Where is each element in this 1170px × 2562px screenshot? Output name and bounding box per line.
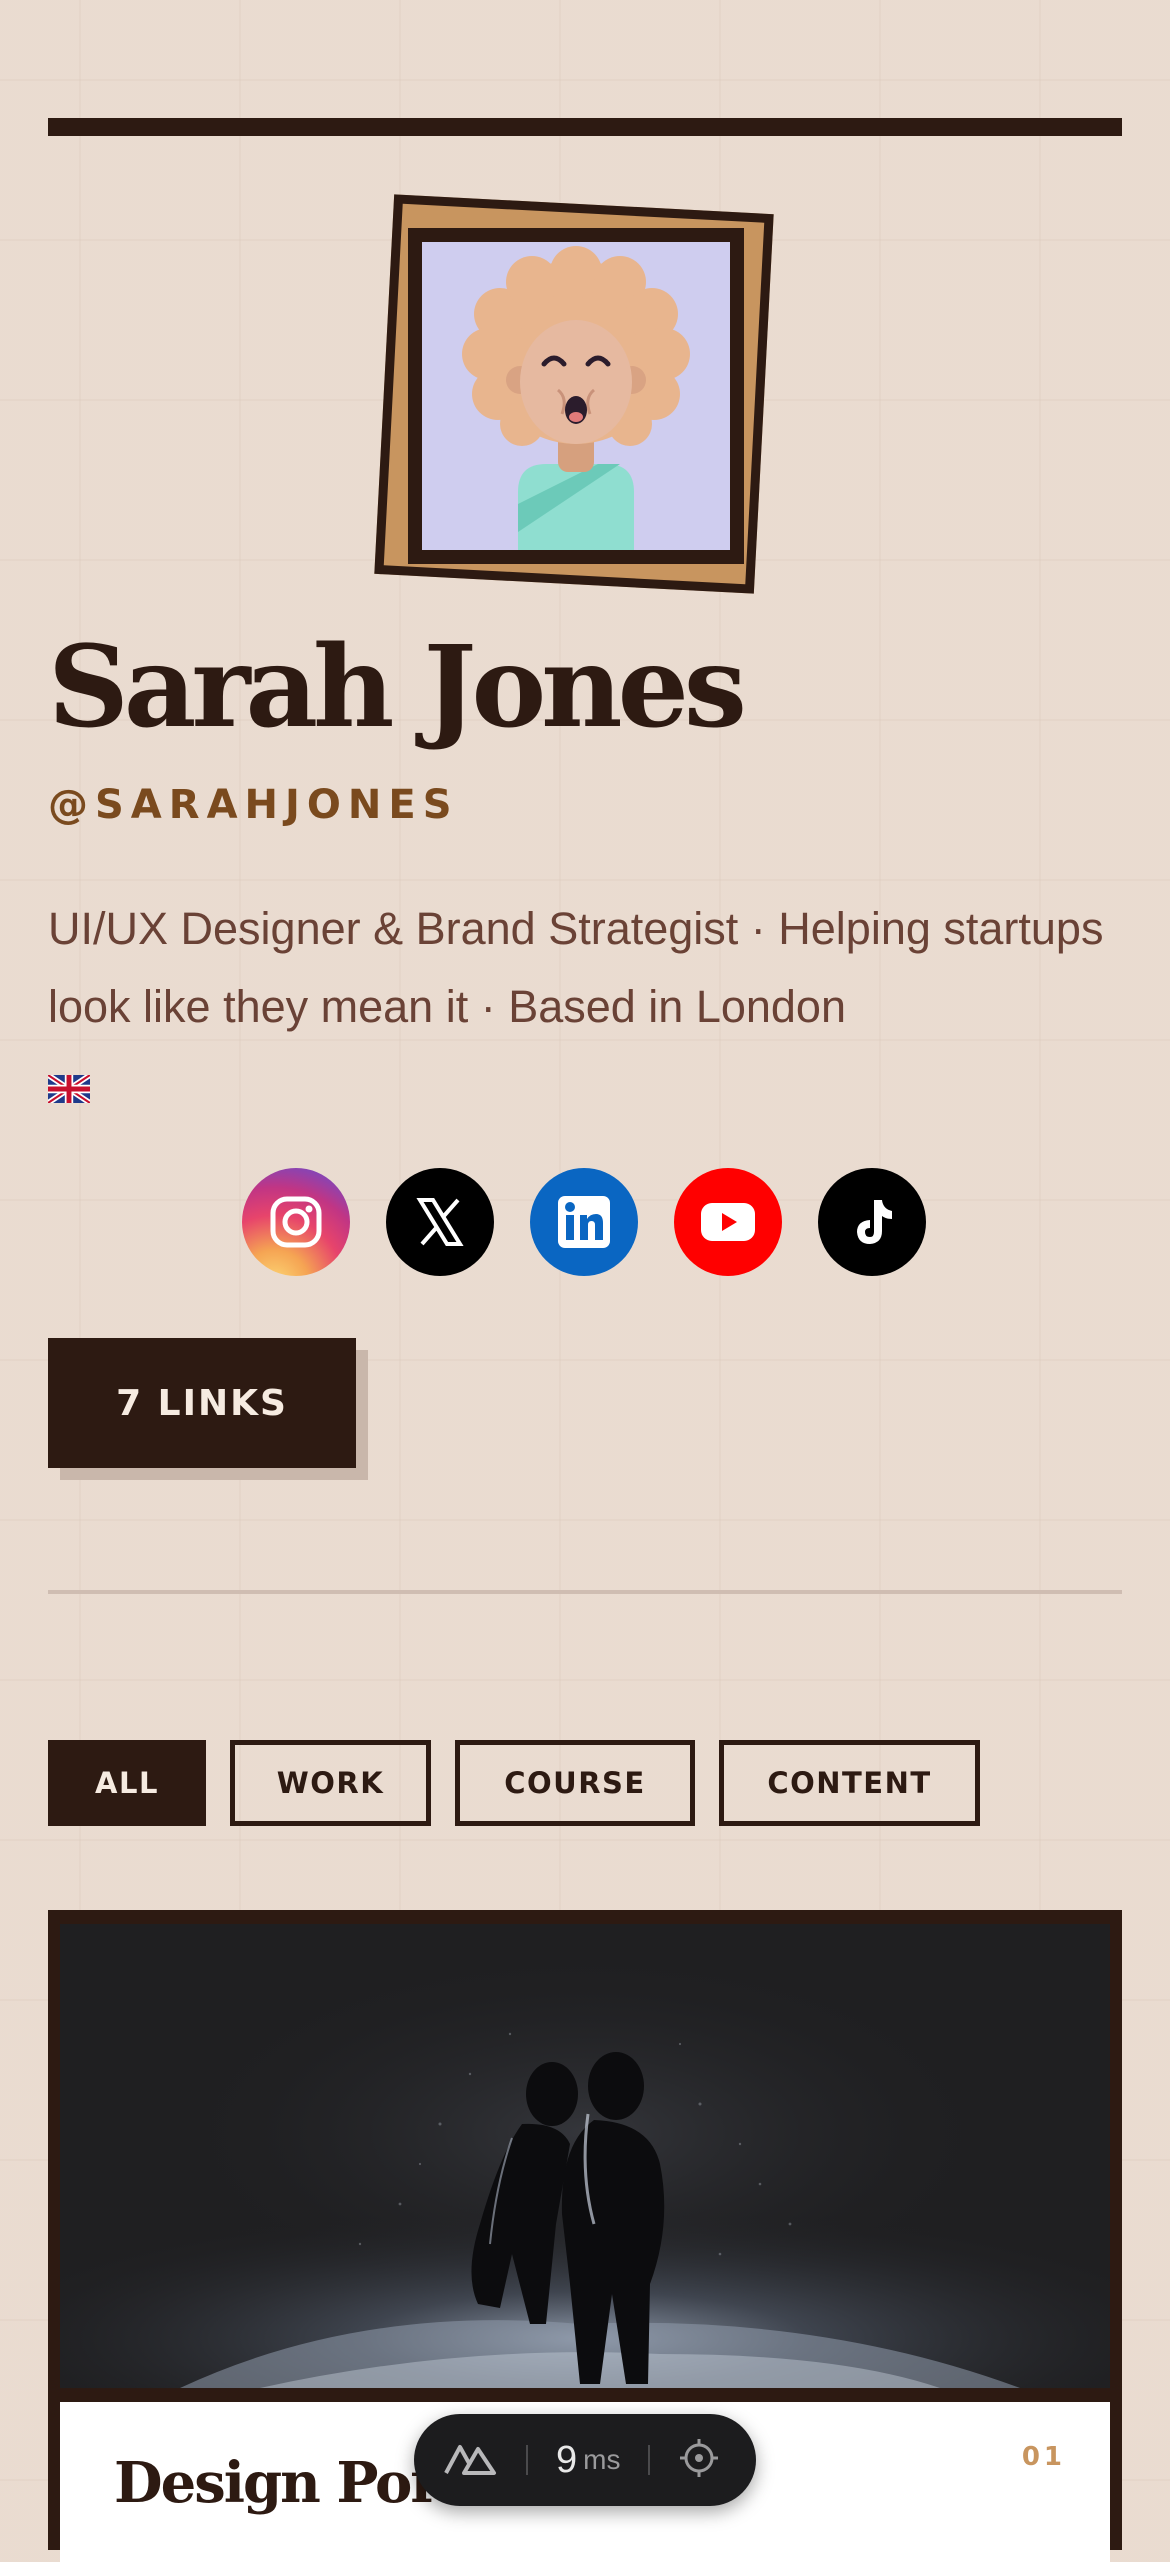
filter-tabs: ALL WORK COURSE CONTENT	[48, 1740, 980, 1826]
youtube-icon	[699, 1201, 757, 1243]
profile-bio: UI/UX Designer & Brand Strategist · Help…	[46, 890, 1128, 1127]
top-rule	[48, 118, 1122, 136]
social-links	[242, 1168, 926, 1276]
devtools-separator	[648, 2445, 651, 2475]
devtools-overlay[interactable]: 9 ms	[414, 2414, 756, 2506]
render-time-unit: ms	[583, 2444, 621, 2475]
filter-tab-content[interactable]: CONTENT	[719, 1740, 980, 1826]
youtube-link[interactable]	[674, 1168, 782, 1276]
card-image	[60, 1924, 1110, 2388]
crosshair-icon[interactable]	[678, 2437, 720, 2484]
instagram-icon	[268, 1194, 324, 1250]
profile-name: Sarah Jones	[48, 622, 747, 753]
instagram-link[interactable]	[242, 1168, 350, 1276]
avatar	[374, 194, 790, 608]
filter-tab-course[interactable]: COURSE	[455, 1740, 695, 1826]
uk-flag-icon	[46, 1049, 92, 1127]
profile-bio-text: UI/UX Designer & Brand Strategist · Help…	[48, 903, 1104, 1032]
filter-tab-work[interactable]: WORK	[230, 1740, 431, 1826]
profile-handle: @SARAHJONES	[48, 782, 459, 828]
section-divider	[48, 1590, 1122, 1594]
avatar-illustration	[422, 242, 730, 550]
card-number: 01	[1021, 2442, 1066, 2472]
links-count-button[interactable]: 7 LINKS	[48, 1338, 356, 1468]
linkedin-icon	[555, 1193, 613, 1251]
devtools-separator	[526, 2445, 528, 2475]
tiktok-icon	[844, 1194, 900, 1250]
x-icon	[412, 1194, 468, 1250]
render-time-value: 9	[556, 2438, 578, 2481]
nuxt-logo-icon	[442, 2439, 498, 2482]
x-link[interactable]	[386, 1168, 494, 1276]
filter-tab-all[interactable]: ALL	[48, 1740, 206, 1826]
avatar-frame	[408, 228, 744, 564]
tiktok-link[interactable]	[818, 1168, 926, 1276]
linkedin-link[interactable]	[530, 1168, 638, 1276]
